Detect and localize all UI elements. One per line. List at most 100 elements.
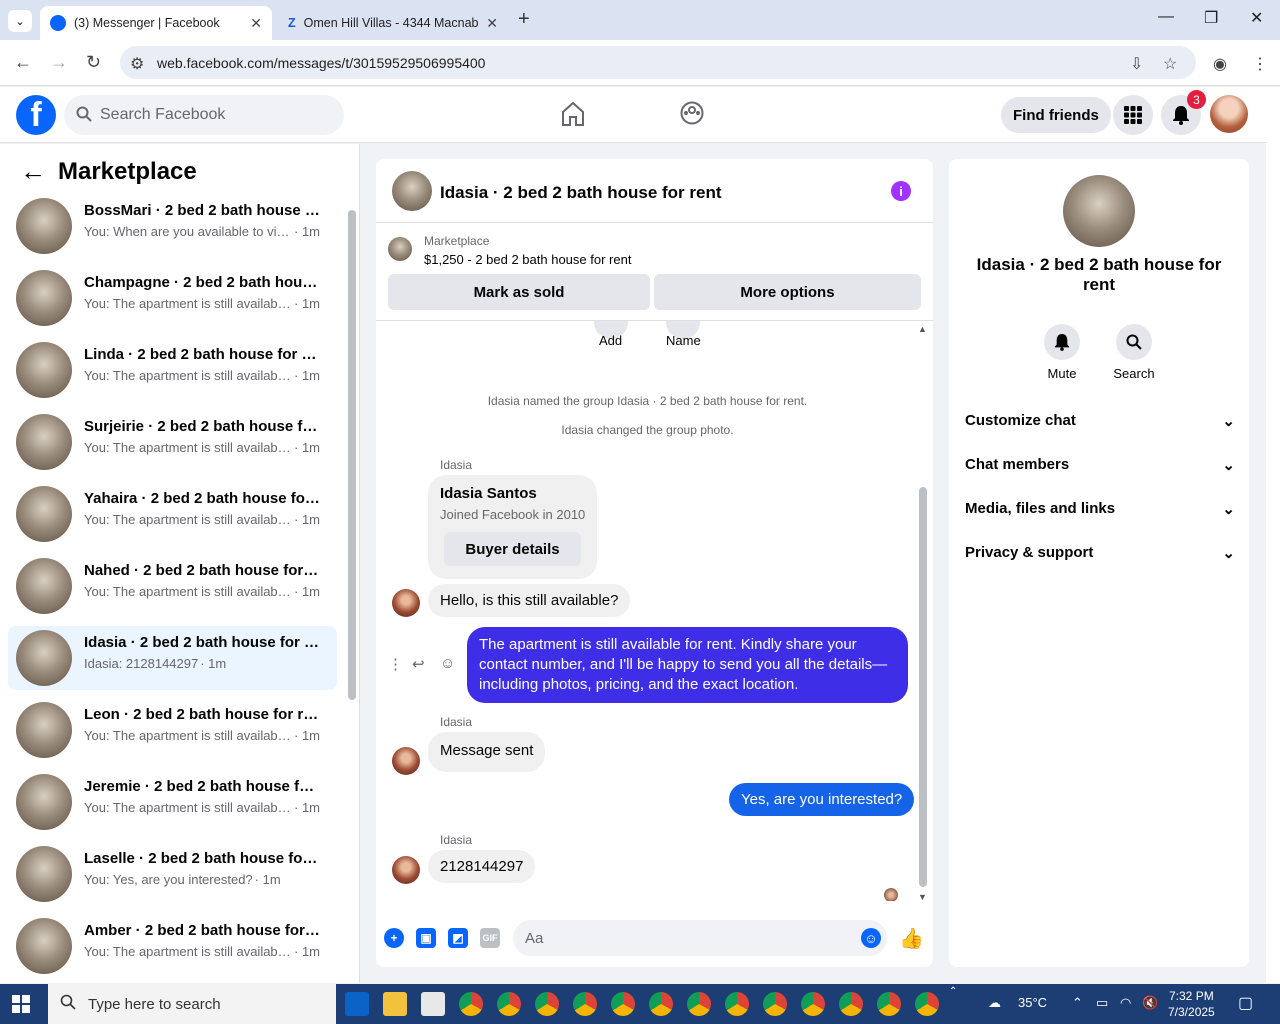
page-scrollbar[interactable] bbox=[1266, 87, 1280, 983]
reload-icon[interactable]: ↻ bbox=[86, 52, 101, 73]
groups-icon[interactable] bbox=[680, 101, 704, 130]
thread-scrollbar[interactable] bbox=[919, 487, 927, 887]
chrome-app-icon[interactable] bbox=[535, 992, 559, 1016]
tray-overflow-icon[interactable]: ⌃ bbox=[949, 986, 957, 997]
chrome-app-icon[interactable] bbox=[611, 992, 635, 1016]
install-app-icon[interactable]: ⇩ bbox=[1130, 54, 1143, 74]
restore-icon[interactable]: ❐ bbox=[1204, 8, 1218, 28]
listing-title[interactable]: $1,250 - 2 bed 2 bath house for rent bbox=[424, 252, 631, 267]
conversation-item[interactable]: Linda · 2 bed 2 bath house for rent You: … bbox=[8, 338, 337, 402]
facebook-logo-icon[interactable]: f bbox=[16, 95, 56, 135]
chrome-app-icon[interactable] bbox=[497, 992, 521, 1016]
scroll-up-arrow-icon[interactable]: ▲ bbox=[918, 324, 927, 334]
chat-avatar[interactable] bbox=[392, 171, 432, 211]
notification-center-icon[interactable]: ▢ bbox=[1238, 993, 1253, 1013]
close-window-icon[interactable]: ✕ bbox=[1250, 8, 1263, 28]
home-icon[interactable] bbox=[561, 101, 585, 132]
message-bubble-sent[interactable]: The apartment is still available for ren… bbox=[467, 627, 908, 703]
message-bubble-sent[interactable]: Yes, are you interested? bbox=[729, 783, 915, 816]
chrome-app-icon[interactable] bbox=[839, 992, 863, 1016]
chat-title[interactable]: Idasia · 2 bed 2 bath house for rent bbox=[440, 183, 722, 203]
photo-icon[interactable]: ▣ bbox=[416, 928, 436, 948]
volume-icon[interactable]: 🔇 bbox=[1142, 995, 1158, 1011]
gif-icon[interactable]: GIF bbox=[480, 928, 500, 948]
bookmark-star-icon[interactable]: ☆ bbox=[1163, 54, 1177, 74]
weather-icon[interactable]: ☁ bbox=[988, 995, 1001, 1011]
taskbar-clock[interactable]: 7:32 PM 7/3/2025 bbox=[1168, 988, 1215, 1020]
buyer-details-button[interactable]: Buyer details bbox=[444, 532, 581, 566]
media-files-links-row[interactable]: Media, files and links ⌄ bbox=[965, 500, 1235, 518]
conversation-item[interactable]: Yahaira · 2 bed 2 bath house for rent You… bbox=[8, 482, 337, 546]
emoji-icon[interactable]: ☺ bbox=[861, 928, 881, 948]
conversation-item[interactable]: Laselle · 2 bed 2 bath house for rent You… bbox=[8, 842, 337, 906]
minimize-icon[interactable]: — bbox=[1158, 8, 1174, 26]
chrome-app-icon[interactable] bbox=[877, 992, 901, 1016]
chrome-app-icon[interactable] bbox=[915, 992, 939, 1016]
taskbar-search-input[interactable]: Type here to search bbox=[48, 984, 336, 1024]
network-icon[interactable]: ◠ bbox=[1120, 995, 1131, 1011]
notepad-app-icon[interactable] bbox=[421, 992, 445, 1016]
privacy-support-row[interactable]: Privacy & support ⌄ bbox=[965, 544, 1235, 562]
chrome-app-icon[interactable] bbox=[573, 992, 597, 1016]
tab-messenger[interactable]: (3) Messenger | Facebook ✕ bbox=[40, 6, 272, 40]
forward-icon[interactable]: → bbox=[50, 52, 68, 73]
search-in-chat-button[interactable]: Search bbox=[1104, 324, 1164, 381]
conversation-item[interactable]: Champagne · 2 bed 2 bath house for rent Y… bbox=[8, 266, 337, 330]
weather-temperature[interactable]: 35°C bbox=[1018, 995, 1047, 1010]
conversation-item[interactable]: Leon · 2 bed 2 bath house for rent You: T… bbox=[8, 698, 337, 762]
tab-search-dropdown[interactable]: ⌄ bbox=[8, 10, 32, 32]
tab-omen-hill[interactable]: Z Omen Hill Villas - 4344 Macnab ✕ bbox=[278, 6, 508, 40]
mute-button[interactable]: Mute bbox=[1032, 324, 1092, 381]
profile-icon[interactable]: ◉ bbox=[1213, 54, 1227, 74]
chrome-app-icon[interactable] bbox=[801, 992, 825, 1016]
chrome-app-icon[interactable] bbox=[725, 992, 749, 1016]
show-hidden-icons-icon[interactable]: ⌃ bbox=[1072, 995, 1083, 1011]
sticker-icon[interactable]: ◩ bbox=[448, 928, 468, 948]
sender-avatar[interactable] bbox=[392, 856, 420, 884]
mail-app-icon[interactable] bbox=[345, 992, 369, 1016]
conversation-item[interactable]: Idasia · 2 bed 2 bath house for rent Idas… bbox=[8, 626, 337, 690]
plus-icon[interactable]: + bbox=[384, 928, 404, 948]
message-bubble[interactable]: Hello, is this still available? bbox=[428, 584, 631, 617]
conversation-item[interactable]: Amber · 2 bed 2 bath house for rent You: … bbox=[8, 914, 337, 978]
conversation-item[interactable]: Jeremie · 2 bed 2 bath house for rent You… bbox=[8, 770, 337, 834]
chrome-app-icon[interactable] bbox=[763, 992, 787, 1016]
address-bar[interactable]: web.facebook.com/messages/t/301595295069… bbox=[120, 46, 1196, 79]
message-input[interactable]: Aa bbox=[513, 920, 887, 956]
customize-chat-row[interactable]: Customize chat ⌄ bbox=[965, 412, 1235, 430]
back-icon[interactable]: ← bbox=[14, 52, 32, 73]
chrome-app-icon[interactable] bbox=[649, 992, 673, 1016]
message-bubble[interactable]: Message sent bbox=[428, 732, 546, 772]
sender-avatar[interactable] bbox=[392, 747, 420, 775]
scroll-down-arrow-icon[interactable]: ▼ bbox=[918, 892, 927, 901]
more-options-button[interactable]: More options bbox=[654, 274, 921, 310]
sidebar-scrollbar[interactable] bbox=[348, 210, 356, 700]
profile-avatar[interactable] bbox=[1210, 95, 1248, 133]
listing-thumbnail[interactable] bbox=[388, 237, 412, 261]
more-actions-icon[interactable]: ⋮ bbox=[388, 655, 403, 673]
conversation-item[interactable]: Surjeirie · 2 bed 2 bath house for rent Y… bbox=[8, 410, 337, 474]
menu-grid-icon[interactable] bbox=[1113, 95, 1153, 135]
conversation-item[interactable]: Nahed · 2 bed 2 bath house for rent You: … bbox=[8, 554, 337, 618]
chrome-app-icon[interactable] bbox=[687, 992, 711, 1016]
react-emoji-icon[interactable]: ☺ bbox=[440, 655, 455, 672]
group-avatar[interactable] bbox=[1063, 175, 1135, 247]
message-bubble[interactable]: 2128144297 bbox=[428, 850, 536, 883]
chrome-app-icon[interactable] bbox=[459, 992, 483, 1016]
find-friends-button[interactable]: Find friends bbox=[1001, 97, 1111, 133]
close-tab-icon[interactable]: ✕ bbox=[486, 15, 498, 32]
new-tab-icon[interactable]: + bbox=[518, 8, 530, 31]
info-icon[interactable]: i bbox=[891, 181, 911, 201]
site-settings-icon[interactable]: ⚙ bbox=[130, 54, 144, 74]
back-arrow-icon[interactable]: ← bbox=[20, 156, 46, 187]
thumbs-up-icon[interactable]: 👍 bbox=[899, 926, 924, 951]
sender-avatar[interactable] bbox=[392, 589, 420, 617]
close-tab-icon[interactable]: ✕ bbox=[250, 15, 262, 32]
mark-as-sold-button[interactable]: Mark as sold bbox=[388, 274, 650, 310]
menu-kebab-icon[interactable]: ⋮ bbox=[1252, 54, 1268, 74]
windows-start-icon[interactable] bbox=[12, 995, 30, 1013]
file-explorer-icon[interactable] bbox=[383, 992, 407, 1016]
device-icon[interactable]: ▭ bbox=[1096, 995, 1108, 1011]
chat-members-row[interactable]: Chat members ⌄ bbox=[965, 456, 1235, 474]
conversation-item[interactable]: BossMari · 2 bed 2 bath house for rent Yo… bbox=[8, 194, 337, 258]
